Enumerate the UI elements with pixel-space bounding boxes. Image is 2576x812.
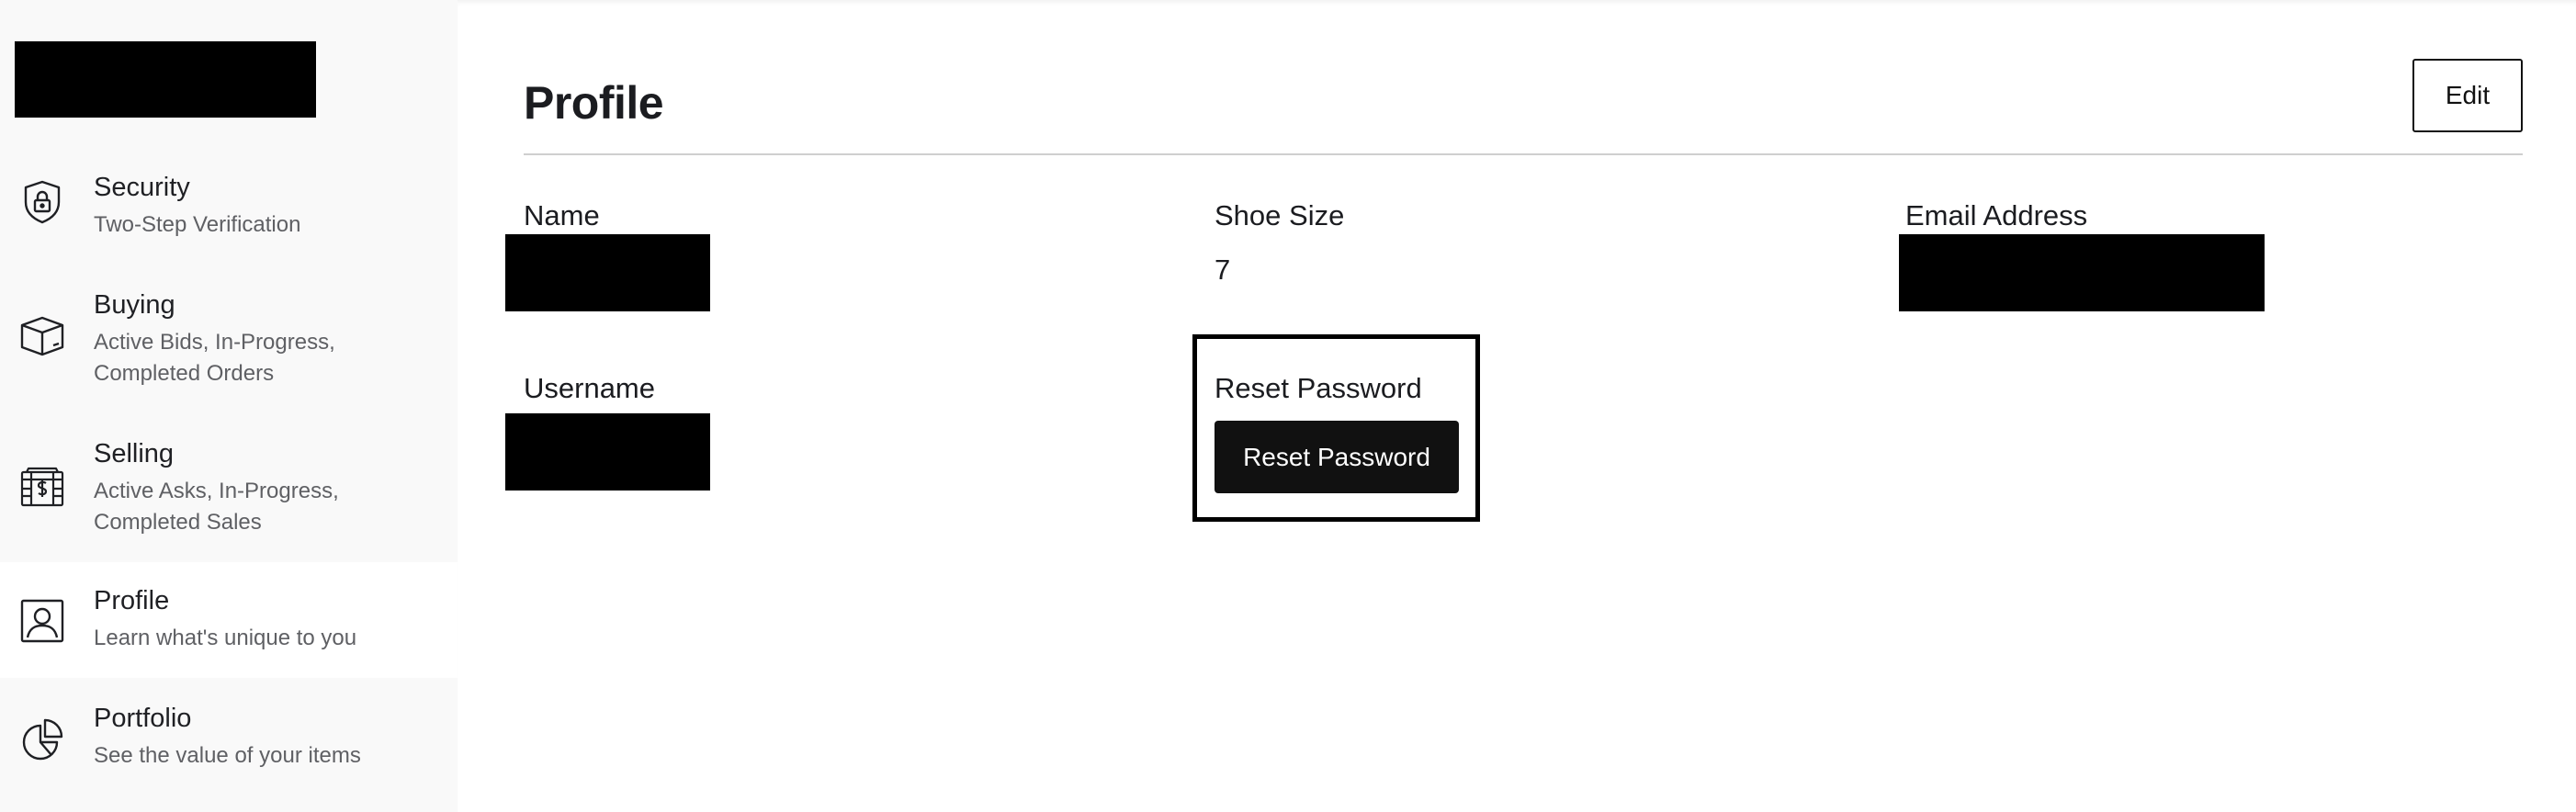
sidebar-item-label: Profile	[94, 586, 170, 615]
sidebar-item-security[interactable]: Security Two-Step Verification	[0, 156, 458, 266]
sidebar: Security Two-Step Verification Buying Ac…	[0, 0, 458, 812]
redacted-name-value	[505, 234, 710, 311]
name-label: Name	[524, 199, 600, 231]
sidebar-item-label: Portfolio	[94, 704, 192, 733]
sidebar-item-desc: See the value of your items	[94, 743, 361, 768]
pie-chart-icon	[18, 716, 66, 764]
divider	[524, 153, 2523, 155]
email-label: Email Address	[1905, 199, 2088, 231]
sidebar-item-profile[interactable]: Profile Learn what's unique to you	[0, 562, 458, 678]
sidebar-item-desc: Active Bids, In-Progress, Completed Orde…	[94, 330, 335, 386]
profile-panel: Profile Edit Name Shoe Size 7 Email Addr…	[458, 0, 2576, 812]
sidebar-item-desc: Active Asks, In-Progress, Completed Sale…	[94, 479, 339, 535]
page-title: Profile	[524, 77, 664, 129]
reset-password-button[interactable]: Reset Password	[1215, 421, 1459, 493]
username-label: Username	[524, 372, 655, 404]
cash-register-icon	[18, 465, 66, 513]
sidebar-item-portfolio[interactable]: Portfolio See the value of your items	[0, 680, 458, 790]
sidebar-item-desc: Two-Step Verification	[94, 212, 301, 237]
reset-password-label: Reset Password	[1215, 372, 1422, 404]
redacted-logo	[15, 41, 316, 118]
shield-lock-icon	[18, 178, 66, 226]
shoe-size-label: Shoe Size	[1215, 199, 1345, 231]
sidebar-item-selling[interactable]: Selling Active Asks, In-Progress, Comple…	[0, 423, 458, 560]
redacted-email-value	[1899, 234, 2265, 311]
shoe-size-value: 7	[1215, 254, 1231, 286]
box-icon	[18, 312, 66, 360]
profile-card-icon	[18, 597, 66, 645]
sidebar-item-buying[interactable]: Buying Active Bids, In-Progress, Complet…	[0, 274, 458, 412]
sidebar-item-label: Buying	[94, 290, 175, 320]
sidebar-item-label: Security	[94, 173, 190, 202]
redacted-username-value	[505, 413, 710, 491]
sidebar-item-desc: Learn what's unique to you	[94, 626, 357, 650]
edit-button[interactable]: Edit	[2412, 59, 2523, 132]
sidebar-item-label: Selling	[94, 439, 175, 468]
